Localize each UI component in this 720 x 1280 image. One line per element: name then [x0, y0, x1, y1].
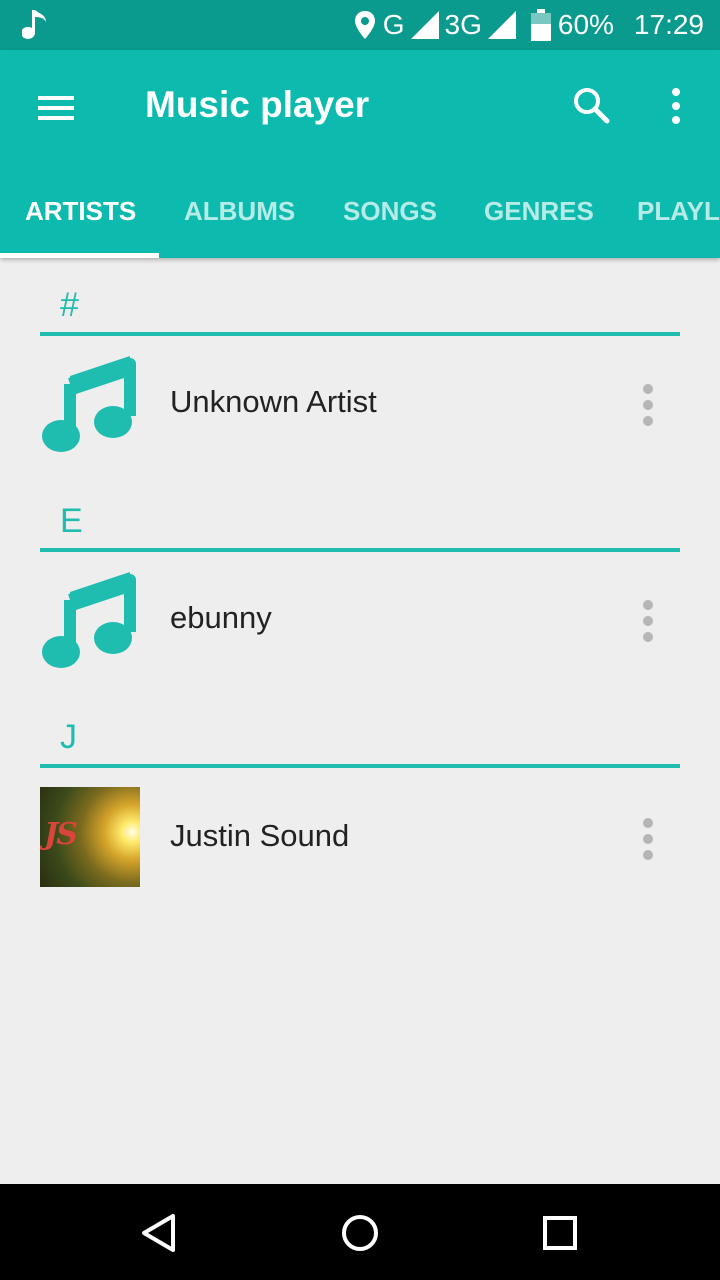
tab-artists[interactable]: ARTISTS [25, 178, 136, 258]
overflow-menu-icon[interactable] [632, 814, 664, 864]
search-icon[interactable] [566, 80, 616, 130]
list-item-artist[interactable]: Unknown Artist [0, 346, 720, 466]
section-letter: J [60, 718, 77, 756]
battery-percent: 60% [557, 9, 614, 40]
section-header-hash: # [40, 286, 680, 336]
tab-bar: ARTISTS ALBUMS SONGS GENRES PLAYLISTS [0, 178, 720, 258]
signal-icon [410, 11, 439, 39]
location-icon [354, 11, 375, 39]
section-letter: # [60, 286, 79, 324]
recent-apps-icon[interactable] [535, 1208, 585, 1258]
tab-indicator [0, 253, 159, 258]
home-icon[interactable] [335, 1208, 385, 1258]
album-art-logo: JS [44, 817, 78, 852]
overflow-menu-icon[interactable] [632, 380, 664, 430]
list-item-artist[interactable]: JS Justin Sound [0, 780, 720, 900]
battery-icon [530, 9, 551, 41]
artist-name: Justin Sound [170, 818, 350, 853]
music-note-icon [42, 572, 136, 668]
status-bar: G 3G 60% 17:29 [0, 0, 720, 50]
section-letter: E [60, 502, 83, 540]
status-icons: G 3G 60% 17:29 [353, 0, 704, 50]
clock: 17:29 [633, 9, 704, 40]
back-icon[interactable] [135, 1208, 185, 1258]
signal-icon-2 [487, 11, 516, 39]
tab-genres[interactable]: GENRES [484, 178, 594, 258]
network-type-3g: 3G [444, 9, 482, 40]
network-type-g: G [382, 9, 405, 40]
tab-songs[interactable]: SONGS [343, 178, 437, 258]
tab-albums[interactable]: ALBUMS [184, 178, 295, 258]
navigation-bar [0, 1184, 720, 1280]
app-bar: Music player ARTISTS ALBUMS SONGS GENRES… [0, 50, 720, 258]
section-header-e: E [40, 502, 680, 552]
hamburger-menu-icon[interactable] [28, 80, 84, 136]
more-options-icon[interactable] [654, 78, 698, 134]
artist-name: Unknown Artist [170, 384, 377, 419]
overflow-menu-icon[interactable] [632, 596, 664, 646]
artist-name: ebunny [170, 600, 272, 635]
section-header-j: J [40, 718, 680, 768]
music-note-notification-icon [22, 10, 46, 39]
tab-playlists[interactable]: PLAYLISTS [637, 178, 720, 258]
app-title: Music player [145, 84, 370, 125]
music-note-icon [42, 356, 136, 452]
list-item-artist[interactable]: ebunny [0, 562, 720, 682]
album-art-image: JS [40, 787, 140, 887]
